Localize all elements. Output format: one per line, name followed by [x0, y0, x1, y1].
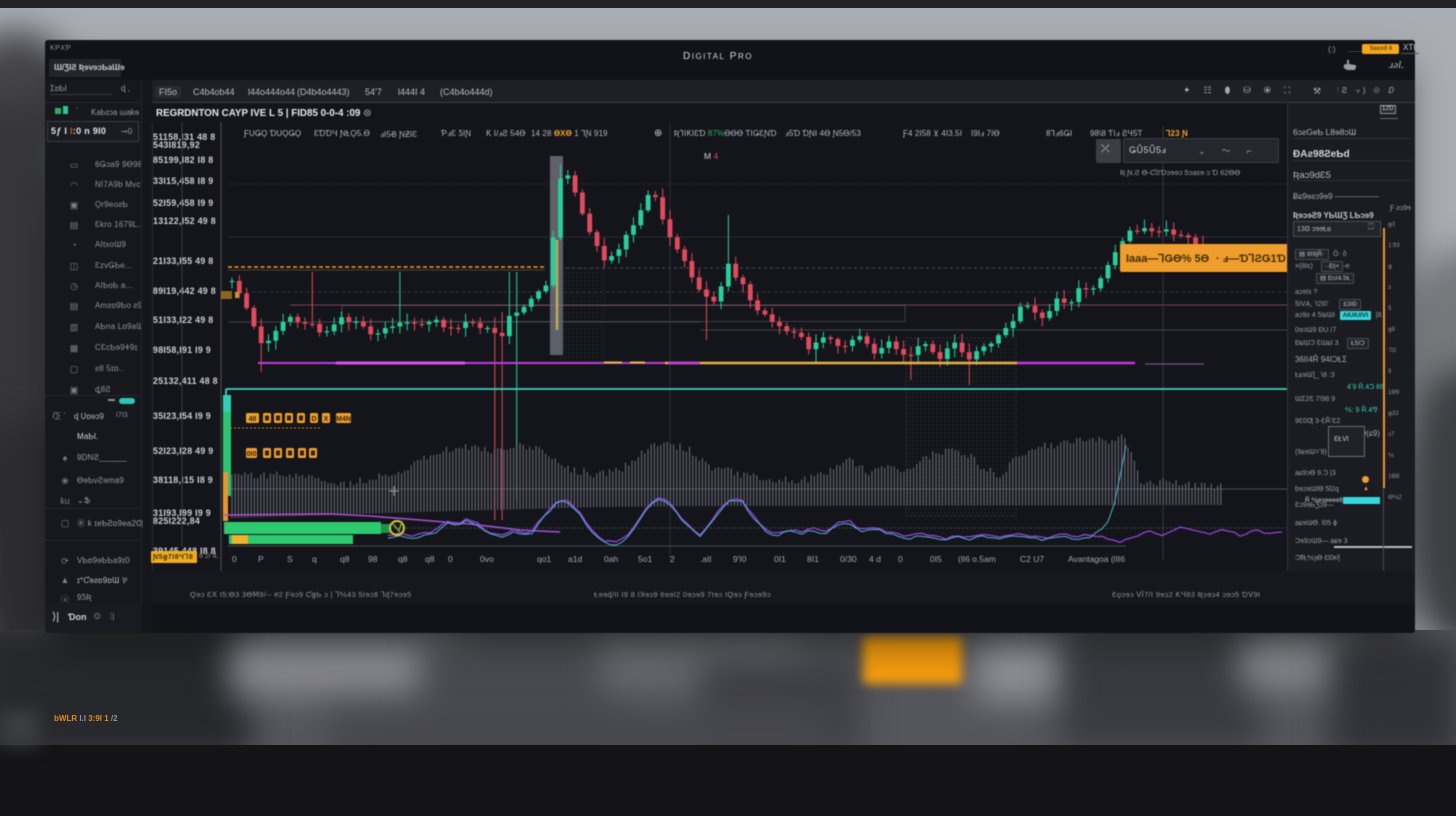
- svg-text:0ah: 0ah: [604, 554, 618, 564]
- svg-text:M 4: M 4: [704, 151, 718, 161]
- svg-text:q: q: [312, 554, 317, 564]
- svg-text:0: 0: [898, 554, 903, 564]
- svg-text:85199,I82 I8 8: 85199,I82 I8 8: [153, 155, 213, 165]
- svg-text:qo1: qo1: [537, 554, 551, 564]
- svg-text:0I5: 0I5: [930, 554, 942, 564]
- svg-text:C2 U7: C2 U7: [1020, 554, 1044, 564]
- svg-text:4 d: 4 d: [869, 554, 881, 564]
- svg-text:M4N: M4N: [336, 416, 351, 423]
- svg-text:0I1: 0I1: [774, 554, 786, 564]
- svg-text:52I59,458 I9 9: 52I59,458 I9 9: [153, 198, 213, 208]
- svg-text:Avantagoa (lII6: Avantagoa (lII6: [1068, 554, 1125, 564]
- svg-text:8I1: 8I1: [807, 554, 819, 564]
- svg-text:0: 0: [448, 554, 453, 564]
- svg-text:0vo: 0vo: [480, 554, 494, 564]
- svg-text:13122,I52 49 8: 13122,I52 49 8: [153, 216, 216, 226]
- svg-text:21I33,I55 49 8: 21I33,I55 49 8: [153, 256, 213, 266]
- svg-text:543I819,92: 543I819,92: [153, 140, 200, 150]
- svg-text:0: 0: [232, 554, 237, 564]
- svg-text:52I23,I28 49 9: 52I23,I28 49 9: [153, 446, 213, 456]
- svg-text:S: S: [287, 554, 293, 564]
- svg-text:4II: 4II: [249, 416, 257, 423]
- svg-text:33I15,458 I8 9: 33I15,458 I8 9: [153, 176, 213, 186]
- svg-text:(lI6 o.5am: (lI6 o.5am: [958, 554, 996, 564]
- svg-text:25132,411 48 8: 25132,411 48 8: [153, 376, 218, 386]
- svg-text:q8: q8: [340, 554, 350, 564]
- svg-text:0/30: 0/30: [840, 554, 857, 564]
- svg-text:P: P: [258, 554, 264, 564]
- svg-text:38118,I15 I8 9: 38118,I15 I8 9: [153, 475, 213, 485]
- svg-text:a1d: a1d: [568, 554, 582, 564]
- svg-text:2: 2: [670, 554, 675, 564]
- svg-text:5o1: 5o1: [638, 554, 652, 564]
- svg-text:.aIl: .aIl: [700, 554, 711, 564]
- svg-text:98: 98: [368, 554, 378, 564]
- svg-text:q8: q8: [425, 554, 435, 564]
- svg-text:89I19,442 49 8: 89I19,442 49 8: [153, 286, 216, 296]
- svg-text:X: X: [324, 416, 329, 423]
- svg-text:D: D: [311, 416, 316, 423]
- svg-text:0I0: 0I0: [247, 451, 257, 458]
- svg-text:51I33,I22 49 8: 51I33,I22 49 8: [153, 315, 213, 325]
- svg-text:825I222,84: 825I222,84: [153, 516, 200, 526]
- svg-text:q8: q8: [398, 554, 408, 564]
- svg-text:9'I0: 9'I0: [733, 554, 747, 564]
